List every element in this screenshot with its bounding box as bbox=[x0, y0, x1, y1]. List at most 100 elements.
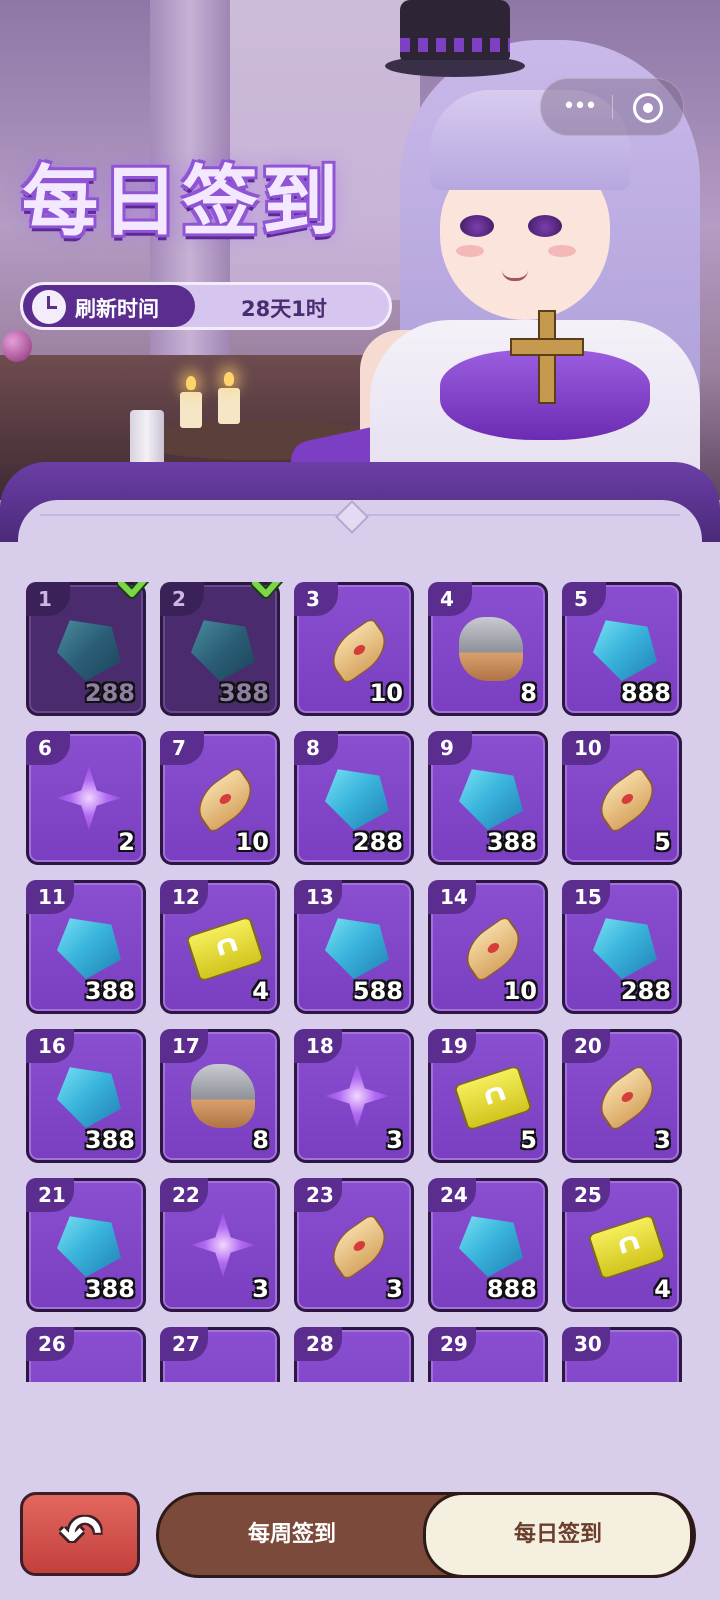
reward-quantity: 388 bbox=[84, 1275, 135, 1303]
reward-cell-day-9[interactable]: 9 388 bbox=[428, 731, 548, 865]
reward-cell-day-28[interactable]: 28 bbox=[294, 1327, 414, 1382]
reward-cell-day-18[interactable]: 18 3 bbox=[294, 1029, 414, 1163]
reward-cell-day-24[interactable]: 24 888 bbox=[428, 1178, 548, 1312]
reward-cell-day-16[interactable]: 16 388 bbox=[26, 1029, 146, 1163]
signin-tab-bar: 每周签到 每日签到 bbox=[156, 1492, 696, 1578]
reward-cell-day-27[interactable]: 27 bbox=[160, 1327, 280, 1382]
reward-quantity: 388 bbox=[84, 1126, 135, 1154]
purple-star-icon bbox=[57, 766, 121, 830]
reward-cell-day-3[interactable]: 3 10 bbox=[294, 582, 414, 716]
reward-cell-day-11[interactable]: 11 388 bbox=[26, 880, 146, 1014]
target-circle-icon[interactable] bbox=[633, 93, 663, 123]
day-number: 19 bbox=[428, 1029, 476, 1063]
reward-cell-day-23[interactable]: 23 3 bbox=[294, 1178, 414, 1312]
reward-cell-day-15[interactable]: 15 288 bbox=[562, 880, 682, 1014]
day-number: 4 bbox=[428, 582, 472, 616]
reward-cell-day-5[interactable]: 5 888 bbox=[562, 582, 682, 716]
day-number: 14 bbox=[428, 880, 476, 914]
gold-ticket-icon bbox=[185, 915, 265, 983]
reward-cell-day-26[interactable]: 26 bbox=[26, 1327, 146, 1382]
scroll-icon bbox=[188, 765, 262, 835]
reward-quantity: 288 bbox=[352, 828, 403, 856]
day-number: 21 bbox=[26, 1178, 74, 1212]
tab-weekly-signin[interactable]: 每周签到 bbox=[159, 1495, 425, 1575]
reward-quantity: 3 bbox=[386, 1126, 403, 1154]
blue-crystal-icon bbox=[325, 918, 389, 979]
refresh-value: 28天1时 bbox=[241, 297, 327, 321]
blue-crystal-icon bbox=[593, 918, 657, 979]
back-arrow-icon: ↶ bbox=[60, 1505, 102, 1563]
purple-star-icon bbox=[325, 1064, 389, 1128]
reward-cell-day-7[interactable]: 7 10 bbox=[160, 731, 280, 865]
reward-cell-day-25[interactable]: 25 4 bbox=[562, 1178, 682, 1312]
reward-quantity: 3 bbox=[386, 1275, 403, 1303]
back-button[interactable]: ↶ bbox=[20, 1492, 140, 1576]
reward-cell-day-4[interactable]: 48 bbox=[428, 582, 548, 716]
reward-quantity: 288 bbox=[84, 679, 135, 707]
reward-quantity: 588 bbox=[352, 977, 403, 1005]
day-number: 10 bbox=[562, 731, 610, 765]
reward-quantity: 5 bbox=[520, 1126, 537, 1154]
ore-stone-icon bbox=[191, 1064, 255, 1128]
reward-quantity: 288 bbox=[620, 977, 671, 1005]
jar-icon bbox=[130, 410, 164, 470]
day-number: 25 bbox=[562, 1178, 610, 1212]
reward-quantity: 2 bbox=[118, 828, 135, 856]
reward-quantity: 888 bbox=[486, 1275, 537, 1303]
potion-icon bbox=[2, 330, 32, 362]
reward-cell-day-22[interactable]: 22 3 bbox=[160, 1178, 280, 1312]
reward-cell-day-21[interactable]: 21 388 bbox=[26, 1178, 146, 1312]
blue-crystal-icon bbox=[57, 918, 121, 979]
page-title: 每日签到 bbox=[22, 157, 342, 246]
reward-cell-day-29[interactable]: 29 bbox=[428, 1327, 548, 1382]
day-number: 27 bbox=[160, 1327, 208, 1361]
scroll-icon bbox=[322, 616, 396, 686]
reward-quantity: 10 bbox=[503, 977, 537, 1005]
day-number: 6 bbox=[26, 731, 70, 765]
reward-cell-day-10[interactable]: 10 5 bbox=[562, 731, 682, 865]
day-number: 3 bbox=[294, 582, 338, 616]
checkmark-icon bbox=[251, 582, 284, 599]
reward-cell-day-2[interactable]: 2 388 bbox=[160, 582, 284, 716]
scroll-icon bbox=[590, 765, 664, 835]
day-number: 12 bbox=[160, 880, 208, 914]
candle-icon bbox=[180, 376, 202, 428]
day-number: 28 bbox=[294, 1327, 342, 1361]
daily-reward-grid: 1 288 2 388 3 10 4 8 5 888 6 2 7 10 8 288 9 388 10 5 11 388 12… bbox=[0, 582, 720, 1382]
blue-crystal-icon bbox=[57, 620, 121, 681]
reward-quantity: 10 bbox=[235, 828, 269, 856]
blue-crystal-icon bbox=[593, 620, 657, 681]
reward-quantity: 5 bbox=[654, 828, 671, 856]
day-number: 11 bbox=[26, 880, 74, 914]
blue-crystal-icon bbox=[459, 769, 523, 830]
scroll-icon bbox=[456, 914, 530, 984]
tab-daily-signin[interactable]: 每日签到 bbox=[423, 1492, 693, 1578]
scroll-icon bbox=[322, 1212, 396, 1282]
reward-quantity: 4 bbox=[654, 1275, 671, 1303]
reward-cell-day-17[interactable]: 17 8 bbox=[160, 1029, 280, 1163]
reward-cell-day-30[interactable]: 30 bbox=[562, 1327, 682, 1382]
mini-program-capsule: ••• bbox=[540, 78, 684, 136]
day-number: 13 bbox=[294, 880, 342, 914]
purple-star-icon bbox=[191, 1213, 255, 1277]
ore-stone-icon bbox=[459, 617, 523, 681]
reward-cell-day-6[interactable]: 62 bbox=[26, 731, 146, 865]
day-number: 22 bbox=[160, 1178, 208, 1212]
reward-quantity: 4 bbox=[252, 977, 269, 1005]
day-number: 5 bbox=[562, 582, 606, 616]
reward-cell-day-13[interactable]: 13 588 bbox=[294, 880, 414, 1014]
reward-cell-day-12[interactable]: 12 4 bbox=[160, 880, 280, 1014]
reward-cell-day-8[interactable]: 8 288 bbox=[294, 731, 414, 865]
reward-cell-day-1[interactable]: 1 288 bbox=[26, 582, 150, 716]
day-number: 8 bbox=[294, 731, 338, 765]
more-dots-icon[interactable]: ••• bbox=[559, 93, 599, 121]
day-number: 20 bbox=[562, 1029, 610, 1063]
reward-cell-day-19[interactable]: 19 5 bbox=[428, 1029, 548, 1163]
gold-ticket-icon bbox=[453, 1064, 533, 1132]
reward-quantity: 3 bbox=[654, 1126, 671, 1154]
reward-cell-day-14[interactable]: 14 10 bbox=[428, 880, 548, 1014]
day-number: 17 bbox=[160, 1029, 208, 1063]
day-number: 29 bbox=[428, 1327, 476, 1361]
day-number: 7 bbox=[160, 731, 204, 765]
reward-cell-day-20[interactable]: 20 3 bbox=[562, 1029, 682, 1163]
